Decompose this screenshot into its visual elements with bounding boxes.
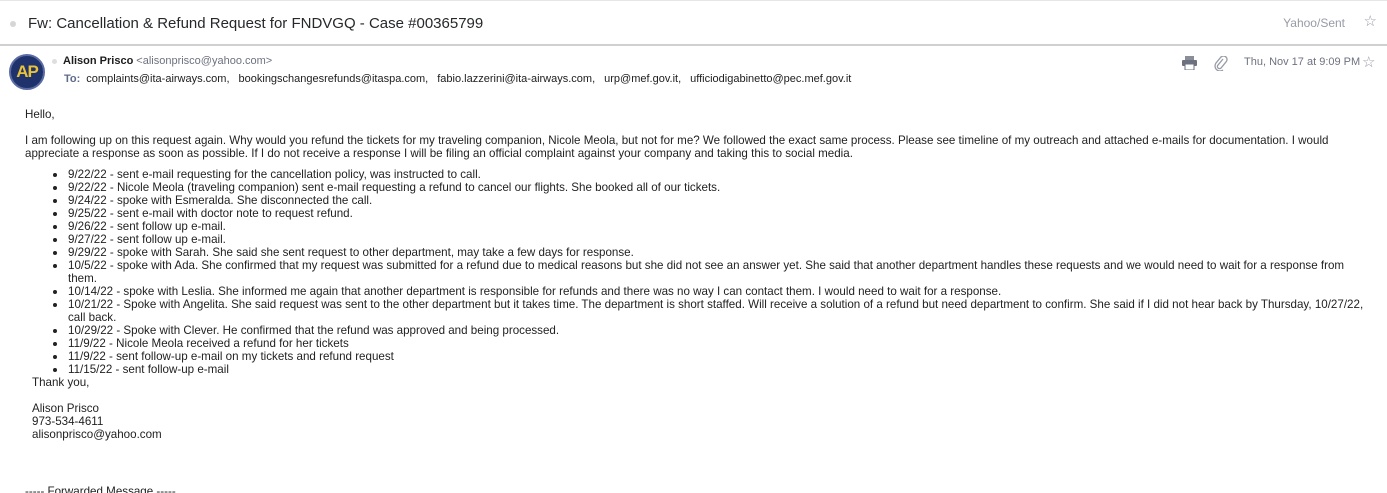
body-paragraph: I am following up on this request again.… bbox=[25, 134, 1329, 160]
to-label: To: bbox=[64, 73, 81, 85]
signature-phone: 973-534-4611 bbox=[32, 415, 104, 428]
list-item: 9/25/22 - sent e-mail with doctor note t… bbox=[53, 207, 1370, 220]
timeline-list: 9/22/22 - sent e-mail requesting for the… bbox=[25, 168, 1370, 376]
message-subject: Fw: Cancellation & Refund Request for FN… bbox=[28, 15, 484, 32]
recipient[interactable]: complaints@ita-airways.com, bbox=[86, 73, 229, 85]
list-item: 11/9/22 - sent follow-up e-mail on my ti… bbox=[53, 350, 1370, 363]
list-item: 10/14/22 - spoke with Leslia. She inform… bbox=[53, 285, 1370, 298]
recipients-line: To: complaints@ita-airways.com, bookingsch… bbox=[64, 73, 860, 85]
greeting: Hello, bbox=[25, 108, 55, 121]
list-item: 11/9/22 - Nicole Meola received a refund… bbox=[53, 337, 1370, 350]
recipient[interactable]: urp@mef.gov.it, bbox=[604, 73, 681, 85]
signature-name: Alison Prisco bbox=[32, 402, 100, 415]
list-item: 10/21/22 - Spoke with Angelita. She said… bbox=[53, 298, 1370, 324]
signature: Alison Prisco 973-534-4611 alisonprisco@… bbox=[32, 402, 1370, 441]
recipient[interactable]: fabio.lazzerini@ita-airways.com, bbox=[437, 73, 595, 85]
list-item: 9/22/22 - sent e-mail requesting for the… bbox=[53, 168, 1370, 181]
printer-icon[interactable] bbox=[1182, 56, 1197, 70]
unread-dot-icon bbox=[10, 21, 16, 27]
status-dot-icon bbox=[52, 58, 57, 64]
sender-email[interactable]: <alisonprisco@yahoo.com> bbox=[136, 55, 272, 67]
star-icon[interactable]: ☆ bbox=[1364, 12, 1377, 30]
paperclip-icon[interactable] bbox=[1214, 56, 1228, 71]
list-item: 10/29/22 - Spoke with Clever. He confirm… bbox=[53, 324, 1370, 337]
message-body: Hello, I am following up on this request… bbox=[25, 108, 1370, 441]
signoff: Thank you, bbox=[32, 376, 90, 389]
list-item: 9/26/22 - sent follow up e-mail. bbox=[53, 220, 1370, 233]
message-subject-bar: Fw: Cancellation & Refund Request for FN… bbox=[0, 0, 1387, 46]
list-item: 11/15/22 - sent follow-up e-mail bbox=[53, 363, 1370, 376]
list-item: 9/27/22 - sent follow up e-mail. bbox=[53, 233, 1370, 246]
recipient[interactable]: ufficiodigabinetto@pec.mef.gov.it bbox=[690, 73, 851, 85]
forwarded-message-header: ----- Forwarded Message ----- bbox=[25, 485, 176, 493]
list-item: 10/5/22 - spoke with Ada. She confirmed … bbox=[53, 259, 1370, 285]
list-item: 9/24/22 - spoke with Esmeralda. She disc… bbox=[53, 194, 1370, 207]
recipient[interactable]: bookingschangesrefunds@itaspa.com, bbox=[239, 73, 429, 85]
sender-name[interactable]: Alison Prisco bbox=[63, 55, 133, 67]
list-item: 9/29/22 - spoke with Sarah. She said she… bbox=[53, 246, 1370, 259]
star-icon[interactable]: ☆ bbox=[1362, 53, 1375, 71]
message-date: Thu, Nov 17 at 9:09 PM bbox=[1244, 56, 1361, 68]
sender-line: Alison Prisco <alisonprisco@yahoo.com> bbox=[52, 55, 272, 67]
message-header: AP Alison Prisco <alisonprisco@yahoo.com>… bbox=[0, 47, 1387, 95]
folder-label[interactable]: Yahoo/Sent bbox=[1283, 16, 1345, 30]
avatar[interactable]: AP bbox=[9, 54, 45, 90]
signature-email: alisonprisco@yahoo.com bbox=[32, 428, 162, 441]
list-item: 9/22/22 - Nicole Meola (traveling compan… bbox=[53, 181, 1370, 194]
